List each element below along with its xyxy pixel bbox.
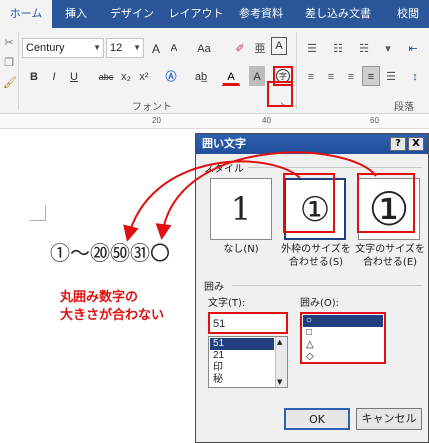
shape-field-label: 囲み(O): <box>300 298 340 309</box>
help-button[interactable]: ? <box>390 137 406 151</box>
list-item[interactable]: ◇ <box>303 351 383 363</box>
enclose-char-icon: 字 <box>276 69 290 83</box>
format-painter-icon[interactable]: 🖌 <box>2 72 17 92</box>
ruler-mark: 40 <box>262 116 271 125</box>
font-name-combo[interactable]: Century ▼ <box>22 38 104 58</box>
text-field-label: 文字(T): <box>208 298 246 309</box>
text-listbox[interactable]: 51 21 印 秘 ▲ ▼ <box>208 336 288 388</box>
scrollbar[interactable]: ▲ ▼ <box>275 337 287 387</box>
list-item[interactable]: ○ <box>303 315 383 327</box>
list-item[interactable]: 印 <box>210 362 274 374</box>
list-item[interactable]: △ <box>303 339 383 351</box>
clear-format-icon[interactable]: ✐ <box>230 38 250 58</box>
text-input[interactable]: 51 <box>208 312 288 334</box>
highlight-color-icon[interactable]: ab̲ <box>190 66 212 86</box>
option-label-shrink-1: 外枠のサイズを <box>281 244 351 255</box>
cut-icon[interactable]: ✂ <box>2 32 16 52</box>
ruler-mark: 60 <box>370 116 379 125</box>
justify-icon[interactable]: ≡ <box>362 66 380 86</box>
font-group-label: フォント <box>132 102 172 113</box>
list-item[interactable]: 21 <box>210 350 274 362</box>
text-effects-icon[interactable]: Ⓐ <box>162 66 180 86</box>
align-left-icon[interactable]: ≡ <box>302 66 320 86</box>
superscript-button[interactable]: x² <box>136 66 152 86</box>
style-option-enlarge-symbol[interactable]: ① <box>358 178 420 240</box>
group-separator <box>18 32 19 110</box>
tab-insert[interactable]: 挿入 <box>56 0 96 28</box>
enclose-characters-button[interactable]: 字 <box>273 66 293 86</box>
bullets-icon[interactable]: ☰ <box>302 38 322 58</box>
strikethrough-button[interactable]: abc <box>95 66 117 86</box>
shrink-font-button[interactable]: A <box>166 38 182 58</box>
paragraph-group-label: 段落 <box>394 102 414 113</box>
font-size-combo[interactable]: 12 ▼ <box>106 38 144 58</box>
font-name-value: Century <box>26 42 65 54</box>
section-divider <box>248 167 422 168</box>
scroll-up-icon[interactable]: ▲ <box>277 338 282 346</box>
list-item[interactable]: 51 <box>210 338 274 350</box>
group-separator <box>296 32 297 110</box>
tab-layout[interactable]: レイアウト <box>166 0 226 28</box>
font-color-button[interactable]: A <box>222 66 240 86</box>
tab-design[interactable]: デザイン <box>104 0 160 28</box>
chevron-down-icon[interactable]: ▾ <box>380 38 396 58</box>
option-label-enlarge-1: 文字のサイズを <box>355 244 425 255</box>
annotation-line-1: 丸囲み数字の <box>60 290 139 305</box>
underline-button[interactable]: U <box>66 66 82 86</box>
italic-button[interactable]: I <box>46 66 62 86</box>
decrease-indent-icon[interactable]: ⇤ <box>400 38 426 58</box>
document-text[interactable]: ①～⑳㊿㉛〇 <box>50 237 170 266</box>
bold-button[interactable]: B <box>26 66 42 86</box>
distributed-icon[interactable]: ☰ <box>382 66 400 86</box>
ok-button[interactable]: OK <box>284 408 350 430</box>
font-dialog-launcher-icon[interactable]: ↘ <box>276 94 290 114</box>
shape-listbox[interactable]: ○ □ △ ◇ <box>300 312 386 364</box>
chevron-down-icon: ▼ <box>133 43 141 52</box>
char-shading-button[interactable]: A <box>249 66 265 86</box>
chevron-down-icon: ▼ <box>93 43 101 52</box>
ruler-mark: 20 <box>152 116 161 125</box>
tab-home[interactable]: ホーム <box>0 0 52 28</box>
page-margin-corner <box>30 205 46 221</box>
cancel-button[interactable]: キャンセル <box>356 408 422 430</box>
multilevel-list-icon[interactable]: ☵ <box>354 38 374 58</box>
annotation-line-2: 大きさが合わない <box>60 308 165 323</box>
line-spacing-icon[interactable]: ↕ <box>404 66 426 86</box>
option-label-none: なし(N) <box>223 244 259 255</box>
change-case-button[interactable]: Aa <box>192 38 216 58</box>
scroll-down-icon[interactable]: ▼ <box>277 378 282 386</box>
phonetic-guide-icon[interactable]: 亜 <box>252 38 268 58</box>
list-item[interactable]: □ <box>303 327 383 339</box>
section-divider <box>232 285 422 286</box>
numbering-icon[interactable]: ☷ <box>328 38 348 58</box>
option-label-shrink-2: 合わせる(S) <box>288 257 344 268</box>
list-item[interactable]: 秘 <box>210 374 274 386</box>
option-label-enlarge-2: 合わせる(E) <box>362 257 418 268</box>
tab-references[interactable]: 参考資料 <box>232 0 290 28</box>
tab-review[interactable]: 校閲 <box>388 0 428 28</box>
tab-mailings[interactable]: 差し込み文書 <box>298 0 378 28</box>
enclose-characters-dialog: 囲い文字 ? X スタイル 1 ① ① なし(N) 外枠のサイズを 合わせる(S… <box>195 133 429 443</box>
close-button[interactable]: X <box>408 137 424 151</box>
font-size-value: 12 <box>110 42 123 54</box>
style-section-label: スタイル <box>204 164 244 175</box>
ribbon-panel: ✂ ❐ 🖌 Century ▼ 12 ▼ A A Aa ✐ 亜 A B I U … <box>0 28 429 114</box>
align-right-icon[interactable]: ≡ <box>342 66 360 86</box>
style-option-none[interactable]: 1 <box>210 178 272 240</box>
grow-font-button[interactable]: A <box>148 38 164 58</box>
char-border-button[interactable]: A <box>271 37 287 55</box>
align-center-icon[interactable]: ≡ <box>322 66 340 86</box>
style-option-shrink-text[interactable]: ① <box>284 178 346 240</box>
horizontal-ruler[interactable]: 20 40 60 <box>0 115 429 129</box>
subscript-button[interactable]: x₂ <box>118 66 134 86</box>
ribbon-tab-bar: ホーム 挿入 デザイン レイアウト 参考資料 差し込み文書 校閲 <box>0 0 429 28</box>
dialog-title: 囲い文字 <box>202 137 246 150</box>
enclose-section-label: 囲み <box>204 282 224 293</box>
copy-icon[interactable]: ❐ <box>2 52 16 72</box>
text-input-value: 51 <box>213 318 226 330</box>
